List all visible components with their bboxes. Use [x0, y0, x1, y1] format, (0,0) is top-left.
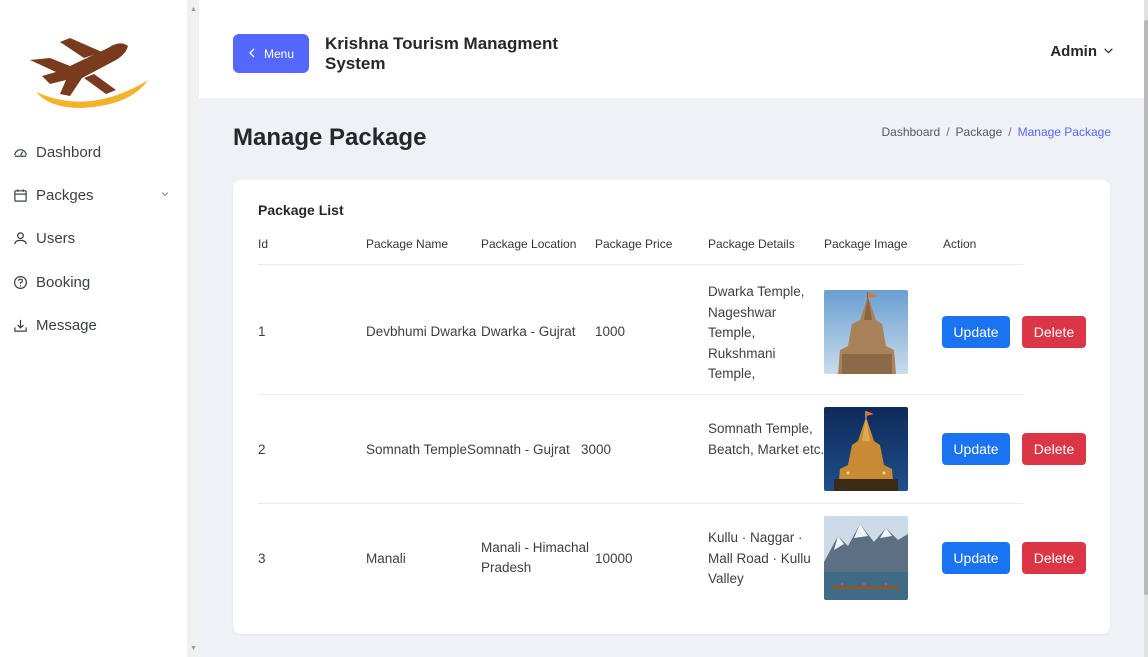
column-header-name: Package Name — [366, 237, 449, 251]
sidebar-item-label: Booking — [36, 274, 91, 291]
column-header-image: Package Image — [824, 237, 908, 251]
sidebar-item-label: Dashbord — [36, 144, 102, 161]
breadcrumb-package[interactable]: Package — [956, 125, 1003, 139]
delete-button[interactable]: Delete — [1022, 542, 1086, 574]
cell-price: 3000 — [581, 442, 612, 457]
sidebar-item-users[interactable]: Users — [12, 230, 75, 247]
column-header-location: Package Location — [481, 237, 577, 251]
package-list-card: Package List Id Package Name Package Loc… — [233, 180, 1110, 634]
user-icon — [12, 231, 28, 247]
scrollbar-thumb[interactable] — [1144, 20, 1148, 595]
cell-id: 3 — [258, 551, 266, 566]
app-title: Krishna Tourism Managment System — [325, 34, 558, 73]
package-image — [824, 516, 908, 600]
breadcrumb-separator: / — [1008, 125, 1012, 139]
divider — [258, 264, 1023, 265]
logo — [20, 18, 160, 114]
sidebar-item-label: Packges — [36, 187, 94, 204]
help-circle-icon — [12, 275, 28, 291]
breadcrumb: Dashboard / Package / Manage Package — [881, 125, 1111, 139]
cell-details: Dwarka Temple, Nageshwar Temple, Rukshma… — [708, 284, 805, 381]
cell-name: Manali — [366, 551, 406, 566]
menu-button[interactable]: Menu — [233, 34, 309, 73]
sidebar-item-dashboard[interactable]: Dashbord — [12, 144, 101, 161]
breadcrumb-separator: / — [946, 125, 950, 139]
package-image — [824, 407, 908, 491]
cell-name: Somnath Temple — [366, 442, 468, 457]
cell-location: Somnath - Gujrat — [467, 442, 570, 457]
column-header-price: Package Price — [595, 237, 673, 251]
dashboard-icon — [12, 145, 28, 161]
sidebar-item-packages[interactable]: Packges — [12, 187, 177, 204]
delete-button[interactable]: Delete — [1022, 433, 1086, 465]
divider — [258, 503, 1023, 504]
chevron-left-icon — [248, 47, 256, 61]
sidebar-item-message[interactable]: Message — [12, 317, 97, 334]
sidebar-item-label: Users — [36, 230, 76, 247]
chevron-down-icon — [1103, 43, 1114, 60]
page-scrollbar[interactable] — [1144, 0, 1148, 657]
sidebar: Dashbord Packges Users Booking Message — [0, 0, 187, 657]
chevron-down-icon — [160, 189, 170, 202]
cell-location: Dwarka - Gujrat — [481, 324, 576, 339]
user-menu[interactable]: Admin — [1050, 43, 1114, 60]
cell-details: Kullu · Naggar · Mall Road · Kullu Valle… — [708, 530, 811, 586]
update-button[interactable]: Update — [942, 316, 1010, 348]
calendar-icon — [12, 188, 28, 204]
breadcrumb-dashboard[interactable]: Dashboard — [881, 125, 940, 139]
sidebar-item-booking[interactable]: Booking — [12, 274, 90, 291]
cell-price: 10000 — [595, 551, 633, 566]
topbar: Menu Krishna Tourism Managment System Ad… — [199, 0, 1148, 98]
card-title: Package List — [258, 202, 344, 218]
scroll-up-icon[interactable]: ▲ — [190, 6, 197, 13]
column-header-details: Package Details — [708, 237, 795, 251]
menu-button-label: Menu — [263, 46, 295, 61]
column-header-id: Id — [258, 237, 269, 251]
user-name: Admin — [1050, 43, 1097, 60]
column-header-action: Action — [943, 237, 977, 251]
download-icon — [12, 318, 28, 334]
cell-id: 2 — [258, 442, 266, 457]
cell-details: Somnath Temple, Beatch, Market etc. — [708, 421, 825, 457]
delete-button[interactable]: Delete — [1022, 316, 1086, 348]
scroll-down-icon[interactable]: ▼ — [190, 645, 197, 652]
update-button[interactable]: Update — [942, 542, 1010, 574]
update-button[interactable]: Update — [942, 433, 1010, 465]
cell-name: Devbhumi Dwarka — [366, 324, 477, 339]
cell-price: 1000 — [595, 324, 626, 339]
package-image — [824, 290, 908, 374]
sidebar-item-label: Message — [36, 317, 97, 334]
cell-id: 1 — [258, 324, 266, 339]
divider — [258, 394, 1023, 395]
breadcrumb-current: Manage Package — [1017, 125, 1111, 139]
cell-location: Manali - Himachal Pradesh — [481, 540, 590, 575]
page-title: Manage Package — [233, 124, 427, 151]
sidebar-scrollbar[interactable]: ▲ ▼ — [187, 0, 199, 657]
